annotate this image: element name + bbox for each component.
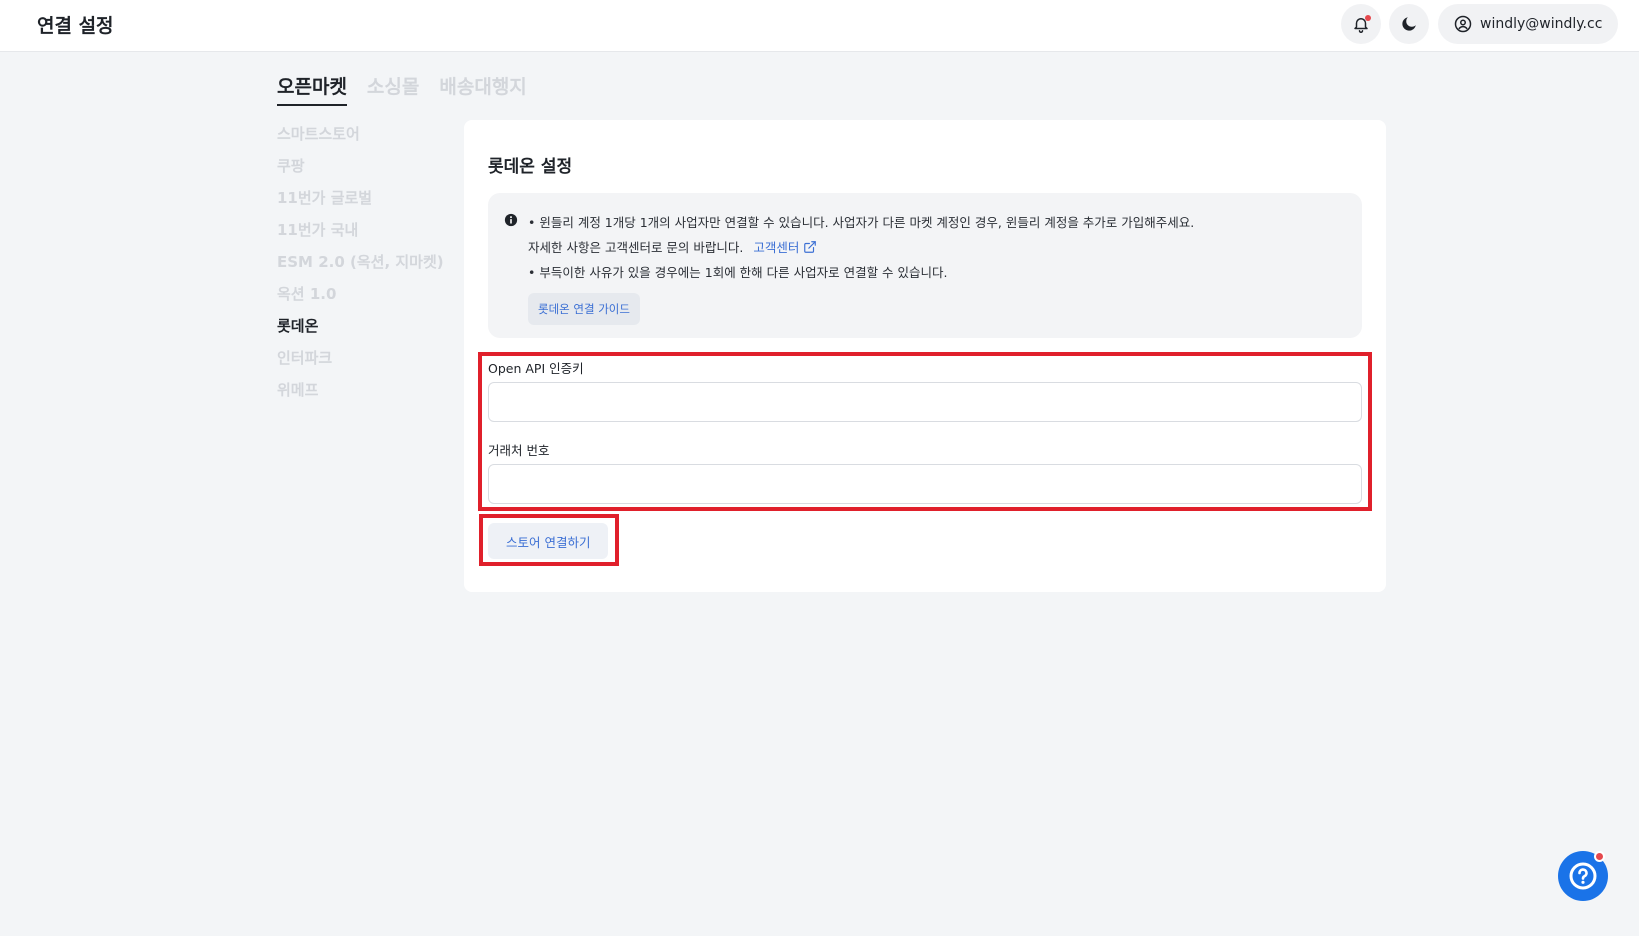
user-circle-icon: [1454, 15, 1472, 33]
notifications-button[interactable]: [1341, 4, 1381, 44]
vendor-number-input[interactable]: [488, 464, 1362, 504]
dark-mode-toggle[interactable]: [1389, 4, 1429, 44]
sidebar-item-coupang[interactable]: 쿠팡: [277, 155, 447, 187]
sidebar-item-11st-domestic[interactable]: 11번가 국내: [277, 219, 447, 251]
sidebar-item-11st-global[interactable]: 11번가 글로벌: [277, 187, 447, 219]
customer-center-link[interactable]: 고객센터: [753, 237, 817, 256]
sidebar-item-smartstore[interactable]: 스마트스토어: [277, 123, 447, 155]
notice-box: • 윈들리 계정 1개당 1개의 사업자만 연결할 수 있습니다. 사업자가 다…: [488, 193, 1362, 338]
sidebar-item-auction[interactable]: 옥션 1.0: [277, 283, 447, 315]
customer-center-link-label: 고객센터: [753, 240, 800, 255]
page-title: 연결 설정: [37, 15, 114, 37]
tab-sourcing-mall[interactable]: 소싱몰: [367, 72, 419, 106]
sidebar-item-lotteon[interactable]: 롯데온: [277, 315, 447, 347]
api-key-label: Open API 인증키: [488, 361, 584, 376]
moon-icon: [1402, 17, 1416, 31]
notice-line-3: • 부득이한 사유가 있을 경우에는 1회에 한해 다른 사업자로 연결할 수 …: [528, 265, 948, 280]
notice-line-2: 자세한 사항은 고객센터로 문의 바랍니다. 고객센터: [528, 237, 817, 256]
settings-card: 롯데온 설정 • 윈들리 계정 1개당 1개의 사업자만 연결할 수 있습니다.…: [464, 120, 1386, 592]
external-link-icon: [804, 240, 817, 253]
tab-open-market[interactable]: 오픈마켓: [277, 72, 347, 106]
user-menu-button[interactable]: windly@windly.cc: [1438, 4, 1618, 44]
sidebar-item-esm[interactable]: ESM 2.0 (옥션, 지마켓): [277, 251, 447, 283]
info-icon: [504, 213, 518, 227]
help-icon: [1569, 862, 1597, 890]
lotteon-guide-button[interactable]: 롯데온 연결 가이드: [528, 293, 640, 325]
api-key-input[interactable]: [488, 382, 1362, 422]
help-notification-dot: [1594, 851, 1605, 862]
vendor-number-label: 거래처 번호: [488, 443, 550, 458]
sidebar-item-wemakeprice[interactable]: 위메프: [277, 379, 447, 411]
top-bar: 연결 설정 windly@windly.cc: [0, 0, 1639, 52]
settings-title: 롯데온 설정: [488, 157, 573, 177]
user-email: windly@windly.cc: [1480, 16, 1603, 32]
connect-store-button[interactable]: 스토어 연결하기: [488, 523, 609, 559]
notice-line-2-text: 자세한 사항은 고객센터로 문의 바랍니다.: [528, 240, 744, 255]
market-sidebar: 스마트스토어 쿠팡 11번가 글로벌 11번가 국내 ESM 2.0 (옥션, …: [277, 123, 447, 411]
tab-shipping-agent[interactable]: 배송대행지: [439, 72, 526, 106]
sidebar-item-interpark[interactable]: 인터파크: [277, 347, 447, 379]
category-tabs: 오픈마켓 소싱몰 배송대행지: [277, 72, 547, 106]
notification-dot: [1365, 15, 1371, 21]
notice-line-1: • 윈들리 계정 1개당 1개의 사업자만 연결할 수 있습니다. 사업자가 다…: [528, 215, 1195, 230]
